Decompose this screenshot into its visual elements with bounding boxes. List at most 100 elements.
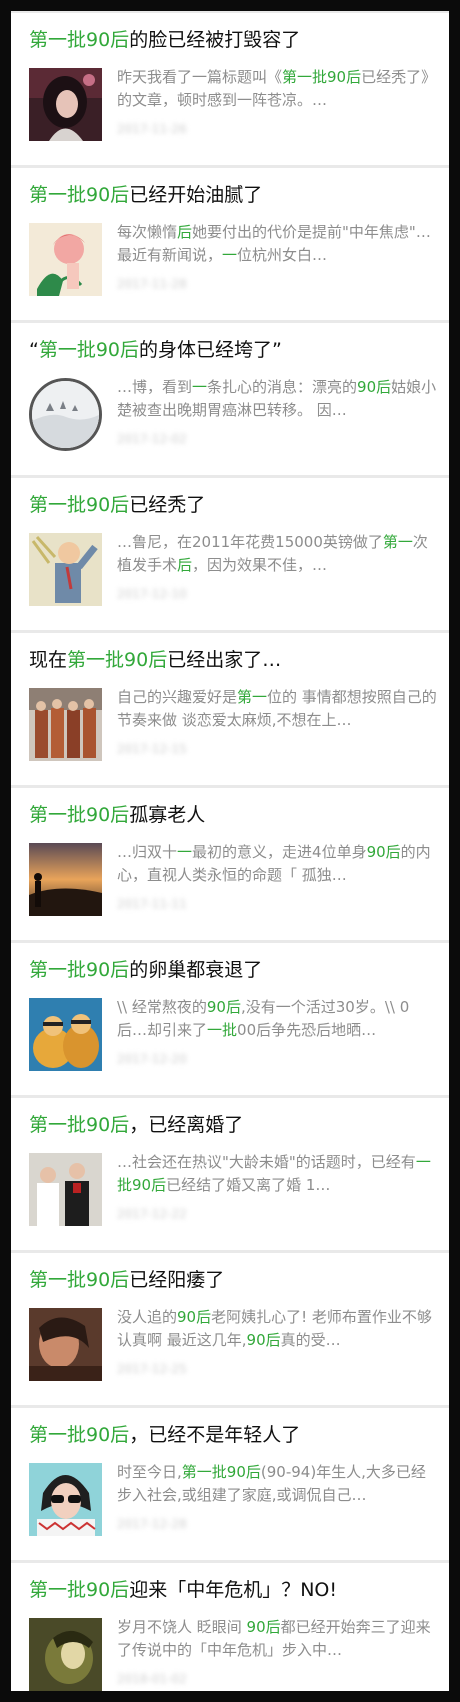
article-summary: 岁月不饶人 眨眼间 90后都已经开始奔三了迎来了传说中的「中年危机」步入中… <box>117 1616 437 1662</box>
article-meta-blurred: 2017-12-28 <box>117 1517 187 1531</box>
article-card[interactable]: 第一批90后，已经不是年轻人了时至今日,第一批90后(90-94)年生人,大多已… <box>11 1408 449 1560</box>
article-body: …社会还在热议"大龄未婚"的话题时，已经有一批90后已经结了婚又离了婚 1… 20… <box>29 1153 437 1233</box>
summary-text: 时至今日, <box>117 1463 182 1481</box>
girl-portrait-icon[interactable] <box>29 68 102 141</box>
title-keyword-highlight: 第一批90后 <box>29 1579 130 1601</box>
dim-portrait-icon[interactable] <box>29 1308 102 1381</box>
summary-text: 岁月不饶人 眨眼间 <box>117 1618 247 1636</box>
summary-text: 真的受… <box>280 1331 341 1349</box>
article-summary: …社会还在热议"大龄未婚"的话题时，已经有一批90后已经结了婚又离了婚 1… <box>117 1151 437 1197</box>
title-text: 已经出家了… <box>167 649 282 671</box>
article-meta-blurred: 2017-11-28 <box>117 277 187 291</box>
sunglasses-woman-icon[interactable] <box>29 1463 102 1536</box>
article-title[interactable]: 现在第一批90后已经出家了… <box>29 647 437 673</box>
summary-keyword-highlight: 90后 <box>366 843 401 861</box>
summary-text: 每次懒惰 <box>117 223 178 241</box>
title-keyword-highlight: 第一批90后 <box>29 184 130 206</box>
article-title[interactable]: 第一批90后的脸已经被打毁容了 <box>29 27 437 53</box>
article-body: …鲁尼，在2011年花费15000英镑做了第一次植发手术后，因为效果不佳，… 20… <box>29 533 437 613</box>
summary-keyword-highlight: 第一批90后 <box>181 1463 261 1481</box>
summary-keyword-highlight: 一 <box>192 378 208 396</box>
article-title[interactable]: 第一批90后，已经离婚了 <box>29 1112 437 1138</box>
article-card[interactable]: 第一批90后的脸已经被打毁容了昨天我看了一篇标题叫《第一批90后已经秃了》的文章… <box>11 13 449 165</box>
article-card[interactable]: “第一批90后的身体已经垮了” …博，看到一条扎心的消息：漂亮的90后姑娘小楚被查… <box>11 323 449 475</box>
title-keyword-highlight: 第一批90后 <box>29 494 130 516</box>
title-keyword-highlight: 第一批90后 <box>29 29 130 51</box>
article-title[interactable]: 第一批90后已经阳痿了 <box>29 1267 437 1293</box>
title-text: 的卵巢都衰退了 <box>129 959 263 981</box>
article-meta-blurred: 2017-12-25 <box>117 1362 187 1376</box>
film-still-icon[interactable] <box>29 1618 102 1691</box>
article-card[interactable]: 第一批90后，已经离婚了 …社会还在热议"大龄未婚"的话题时，已经有一批90后已经… <box>11 1098 449 1250</box>
article-body: …归双十一最初的意义，走进4位单身90后的内心，直视人类永恒的命题「 孤独… 20… <box>29 843 437 923</box>
summary-text: 昨天我看了一篇标题叫《 <box>117 68 283 86</box>
article-title[interactable]: “第一批90后的身体已经垮了” <box>29 337 437 363</box>
title-text: 已经开始油腻了 <box>129 184 263 206</box>
summary-keyword-highlight: 90后 <box>246 1331 281 1349</box>
article-card[interactable]: 第一批90后的卵巢都衰退了 \\ 经常熬夜的90后,没有一个活过30岁。\\ 0后… <box>11 943 449 1095</box>
summary-keyword-highlight: 一 <box>177 843 193 861</box>
article-summary: 自己的兴趣爱好是第一位的 事情都想按照自己的节奏来做 谈恋爱太麻烦,不想在上… <box>117 686 437 732</box>
article-title[interactable]: 第一批90后的卵巢都衰退了 <box>29 957 437 983</box>
summary-text: …社会还在热议"大龄未婚"的话题时，已经有 <box>117 1153 416 1171</box>
article-card[interactable]: 第一批90后已经秃了 …鲁尼，在2011年花费15000英镑做了第一次植发手术后，… <box>11 478 449 630</box>
article-summary: \\ 经常熬夜的90后,没有一个活过30岁。\\ 0后…却引来了一批00后争先恐… <box>117 996 437 1042</box>
summary-text: 00后争先恐后地晒… <box>237 1021 377 1039</box>
article-body: 没人追的90后老阿姨扎心了! 老师布置作业不够认真啊 最近这几年,90后真的受…… <box>29 1308 437 1388</box>
illustrated-woman-icon[interactable] <box>29 223 102 296</box>
summary-text: …归双十 <box>117 843 178 861</box>
title-text: 的身体已经垮了” <box>139 339 282 361</box>
sunset-silhouette-icon[interactable] <box>29 843 102 916</box>
summary-text: …博，看到 <box>117 378 193 396</box>
title-text: 已经阳痿了 <box>129 1269 225 1291</box>
summary-keyword-highlight: 第一 <box>237 688 268 706</box>
title-text: “ <box>29 339 39 361</box>
snow-landscape-icon[interactable] <box>29 378 102 451</box>
title-keyword-highlight: 第一批90后 <box>67 649 168 671</box>
article-summary: …归双十一最初的意义，走进4位单身90后的内心，直视人类永恒的命题「 孤独… <box>117 841 437 887</box>
article-title[interactable]: 第一批90后孤寡老人 <box>29 802 437 828</box>
summary-text: 没人追的 <box>117 1308 178 1326</box>
summary-text: 最初的意义，走进4位单身 <box>192 843 367 861</box>
article-card[interactable]: 第一批90后已经阳痿了没人追的90后老阿姨扎心了! 老师布置作业不够认真啊 最近… <box>11 1253 449 1405</box>
article-summary: 没人追的90后老阿姨扎心了! 老师布置作业不够认真啊 最近这几年,90后真的受… <box>117 1306 437 1352</box>
cartoon-man-icon[interactable] <box>29 533 102 606</box>
article-summary: 时至今日,第一批90后(90-94)年生人,大多已经步入社会,或组建了家庭,或调… <box>117 1461 437 1507</box>
title-text: 孤寡老人 <box>129 804 206 826</box>
article-title[interactable]: 第一批90后迎来「中年危机」？NO! <box>29 1577 437 1603</box>
article-summary: 每次懒惰后她要付出的代价是提前"中年焦虑"…最近有新闻说，一位杭州女白… <box>117 221 437 267</box>
article-card[interactable]: 第一批90后迎来「中年危机」？NO! 岁月不饶人 眨眼间 90后都已经开始奔三了迎… <box>11 1563 449 1691</box>
summary-keyword-highlight: 第一 <box>382 533 413 551</box>
article-title[interactable]: 第一批90后已经秃了 <box>29 492 437 518</box>
article-meta-blurred: 2017-12-02 <box>117 432 187 446</box>
article-body: 时至今日,第一批90后(90-94)年生人,大多已经步入社会,或组建了家庭,或调… <box>29 1463 437 1543</box>
summary-keyword-highlight: 后 <box>177 556 193 574</box>
title-keyword-highlight: 第一批90后 <box>38 339 140 361</box>
article-title[interactable]: 第一批90后已经开始油腻了 <box>29 182 437 208</box>
summary-keyword-highlight: 90后 <box>246 1618 281 1636</box>
summary-text: 自己的兴趣爱好是 <box>117 688 238 706</box>
article-card[interactable]: 第一批90后已经开始油腻了每次懒惰后她要付出的代价是提前"中年焦虑"…最近有新闻… <box>11 168 449 320</box>
screenshot-frame: 第一批90后的脸已经被打毁容了昨天我看了一篇标题叫《第一批90后已经秃了》的文章… <box>11 11 449 1691</box>
monks-group-icon[interactable] <box>29 688 102 761</box>
title-keyword-highlight: 第一批90后 <box>29 959 130 981</box>
title-text: 现在 <box>29 649 68 671</box>
article-title[interactable]: 第一批90后，已经不是年轻人了 <box>29 1422 437 1448</box>
title-text: 迎来「中年危机」？NO! <box>129 1579 337 1601</box>
summary-text: \\ 经常熬夜的 <box>117 998 207 1016</box>
summary-keyword-highlight: 后 <box>177 223 193 241</box>
summary-keyword-highlight: 90后 <box>357 378 392 396</box>
article-card[interactable]: 现在第一批90后已经出家了… 自己的兴趣爱好是第一位的 事情都想按照自己的节奏来做… <box>11 633 449 785</box>
summary-text: 位杭州女白… <box>237 246 328 264</box>
article-body: 自己的兴趣爱好是第一位的 事情都想按照自己的节奏来做 谈恋爱太麻烦,不想在上… 2… <box>29 688 437 768</box>
article-body: \\ 经常熬夜的90后,没有一个活过30岁。\\ 0后…却引来了一批00后争先恐… <box>29 998 437 1078</box>
wedding-couple-icon[interactable] <box>29 1153 102 1226</box>
article-body: 岁月不饶人 眨眼间 90后都已经开始奔三了迎来了传说中的「中年危机」步入中… 20… <box>29 1618 437 1691</box>
article-summary: …博，看到一条扎心的消息：漂亮的90后姑娘小楚被查出晚期胃癌淋巴转移。 因… <box>117 376 437 422</box>
summary-keyword-highlight: 90后 <box>177 1308 212 1326</box>
cartoon-couple-icon[interactable] <box>29 998 102 1071</box>
article-summary: 昨天我看了一篇标题叫《第一批90后已经秃了》的文章，顿时感到一阵苍凉。… <box>117 66 437 112</box>
summary-text: …鲁尼，在2011年花费15000英镑做了 <box>117 533 383 551</box>
title-text: 已经秃了 <box>129 494 206 516</box>
article-card[interactable]: 第一批90后孤寡老人 …归双十一最初的意义，走进4位单身90后的内心，直视人类永恒… <box>11 788 449 940</box>
